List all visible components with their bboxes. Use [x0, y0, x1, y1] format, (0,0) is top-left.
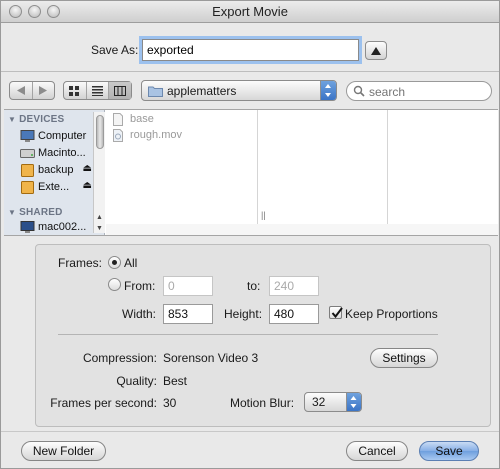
network-computer-icon: [20, 221, 35, 233]
external-drive-icon: [21, 181, 34, 194]
width-field[interactable]: [163, 304, 213, 324]
sidebar-item-label: Macinto...: [38, 147, 86, 159]
shared-section-header[interactable]: ▼ SHARED: [8, 207, 63, 218]
sidebar-scrollbar[interactable]: ▲ ▼: [93, 112, 105, 233]
frames-label: Frames:: [57, 256, 102, 270]
sidebar-item-label: backup: [38, 164, 74, 176]
browser-horizontal-scrollbar[interactable]: [106, 224, 498, 235]
file-name: rough.mov: [130, 129, 182, 141]
footer-divider: [1, 431, 499, 432]
search-icon: [353, 85, 365, 97]
back-button[interactable]: [10, 82, 32, 99]
browser-column-1: base rough.mov ||: [106, 110, 266, 224]
frames-from-field[interactable]: [163, 276, 213, 296]
toolbar-divider: [1, 71, 499, 72]
sidebar-item-label: Computer: [38, 130, 87, 142]
keep-proportions-label: Keep Proportions: [345, 307, 438, 321]
frames-all-radio[interactable]: [108, 256, 121, 269]
quality-value: Best: [163, 374, 188, 388]
scroll-up-icon[interactable]: ▲: [96, 214, 103, 221]
keep-proportions-checkbox[interactable]: [329, 306, 343, 319]
eject-icon[interactable]: ⏏: [83, 180, 92, 191]
scrollbar-thumb[interactable]: [96, 115, 104, 149]
forward-arrow-icon: [39, 86, 48, 95]
sidebar-item-label: mac002...: [38, 221, 87, 233]
back-arrow-icon: [16, 86, 25, 95]
disclosure-triangle-icon: ▼: [8, 115, 17, 124]
window-title: Export Movie: [212, 4, 288, 19]
devices-section-header[interactable]: ▼ DEVICES: [8, 114, 64, 125]
document-icon: [113, 113, 123, 126]
search-input[interactable]: [367, 84, 485, 99]
title-bar: Export Movie: [1, 1, 499, 23]
sidebar-item-external[interactable]: Exte... ⏏: [18, 180, 98, 196]
motion-blur-label: Motion Blur:: [230, 396, 295, 410]
browser-column-3: [388, 110, 498, 224]
sidebar-item-shared-mac[interactable]: mac002...: [18, 220, 98, 236]
width-label: Width:: [122, 307, 157, 321]
quality-label: Quality:: [116, 374, 157, 388]
sidebar: ▼ DEVICES Computer Macinto... backup ⏏ E…: [4, 110, 105, 235]
compression-label: Compression:: [82, 351, 157, 365]
save-as-label: Save As:: [91, 43, 139, 57]
navigation-segmented-control: [9, 81, 55, 100]
file-name: base: [130, 113, 154, 125]
list-view-button[interactable]: [85, 82, 109, 99]
fps-value: 30: [163, 396, 177, 410]
icon-view-button[interactable]: [64, 82, 86, 99]
shared-header-label: SHARED: [19, 207, 63, 218]
view-mode-segmented-control: [63, 81, 132, 100]
collapse-browser-button[interactable]: [365, 41, 387, 60]
frames-all-label: All: [124, 256, 138, 270]
popup-arrows-icon: [320, 81, 336, 100]
height-label: Height:: [224, 307, 263, 321]
sidebar-item-label: Exte...: [38, 181, 70, 193]
disclosure-triangle-icon: ▼: [8, 208, 17, 217]
motion-blur-value: 32: [312, 395, 326, 409]
motion-blur-popup[interactable]: 32: [304, 392, 362, 412]
location-label: applematters: [167, 84, 237, 98]
computer-icon: [20, 130, 35, 142]
sidebar-item-computer[interactable]: Computer: [18, 129, 98, 145]
height-field[interactable]: [269, 304, 319, 324]
icon-view-icon: [69, 85, 80, 96]
devices-header-label: DEVICES: [19, 114, 65, 125]
external-drive-icon: [21, 164, 34, 177]
search-field[interactable]: [346, 81, 492, 101]
popup-arrows-icon: [346, 393, 361, 411]
movie-file-icon: [113, 129, 123, 142]
new-folder-button[interactable]: New Folder: [21, 441, 106, 461]
fps-label: Frames per second:: [50, 396, 157, 410]
save-button[interactable]: Save: [419, 441, 479, 461]
frames-to-label: to:: [247, 279, 261, 293]
scroll-down-icon[interactable]: ▼: [96, 225, 103, 232]
file-browser: ▼ DEVICES Computer Macinto... backup ⏏ E…: [4, 109, 498, 236]
frames-from-radio[interactable]: [108, 278, 121, 291]
column-view-icon: [114, 85, 127, 96]
sidebar-item-macintosh-hd[interactable]: Macinto...: [18, 146, 98, 162]
settings-button[interactable]: Settings: [370, 348, 438, 368]
browser-column-2: [258, 110, 388, 224]
list-view-icon: [92, 85, 103, 96]
column-view-button[interactable]: [108, 82, 132, 99]
save-as-input[interactable]: [142, 39, 359, 61]
frames-to-field[interactable]: [269, 276, 319, 296]
cancel-button[interactable]: Cancel: [346, 441, 408, 461]
frames-from-label: From:: [124, 279, 156, 293]
sidebar-item-backup[interactable]: backup ⏏: [18, 163, 98, 179]
hard-drive-icon: [20, 149, 35, 158]
export-movie-dialog: Export Movie Save As: exported applematt…: [0, 0, 500, 469]
forward-button[interactable]: [31, 82, 55, 99]
checkmark-icon: [331, 307, 343, 319]
folder-icon: [148, 86, 163, 97]
compression-value: Sorenson Video 3: [163, 351, 259, 365]
eject-icon[interactable]: ⏏: [83, 163, 92, 174]
options-divider: [58, 334, 438, 335]
triangle-up-icon: [371, 47, 381, 55]
location-popup[interactable]: applematters: [141, 80, 337, 101]
